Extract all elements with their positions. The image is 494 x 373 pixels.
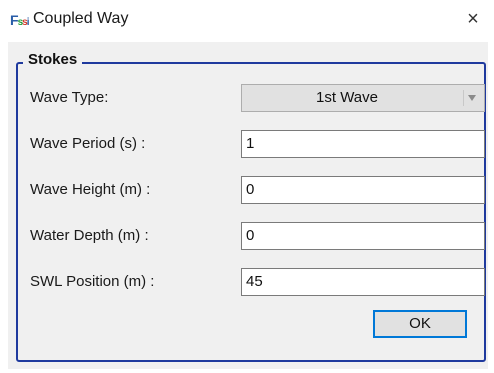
wave-period-input[interactable]: 1 xyxy=(241,130,485,158)
close-button[interactable]: × xyxy=(460,6,486,32)
wave-height-input[interactable]: 0 xyxy=(241,176,485,204)
title-bar: Fssi Coupled Way × xyxy=(0,0,494,38)
wave-height-label: Wave Height (m) : xyxy=(30,181,151,198)
wave-type-label: Wave Type: xyxy=(30,89,109,106)
swl-position-label: SWL Position (m) : xyxy=(30,273,155,290)
window-title: Coupled Way xyxy=(33,10,129,27)
water-depth-input[interactable]: 0 xyxy=(241,222,485,250)
wave-period-label: Wave Period (s) : xyxy=(30,135,146,152)
water-depth-label: Water Depth (m) : xyxy=(30,227,149,244)
ok-button[interactable]: OK xyxy=(373,310,467,338)
wave-type-dropdown[interactable]: 1st Wave xyxy=(241,84,485,112)
dialog-client-area: Stokes Wave Type: 1st Wave Wave Period (… xyxy=(8,42,488,369)
close-icon: × xyxy=(467,8,479,30)
dialog-window: Fssi Coupled Way × Stokes Wave Type: 1st… xyxy=(0,0,494,373)
groupbox-title: Stokes xyxy=(23,51,83,69)
app-icon: Fssi xyxy=(10,12,29,28)
swl-position-input[interactable]: 45 xyxy=(241,268,485,296)
wave-type-value: 1st Wave xyxy=(316,89,378,106)
chevron-down-icon xyxy=(463,90,480,106)
